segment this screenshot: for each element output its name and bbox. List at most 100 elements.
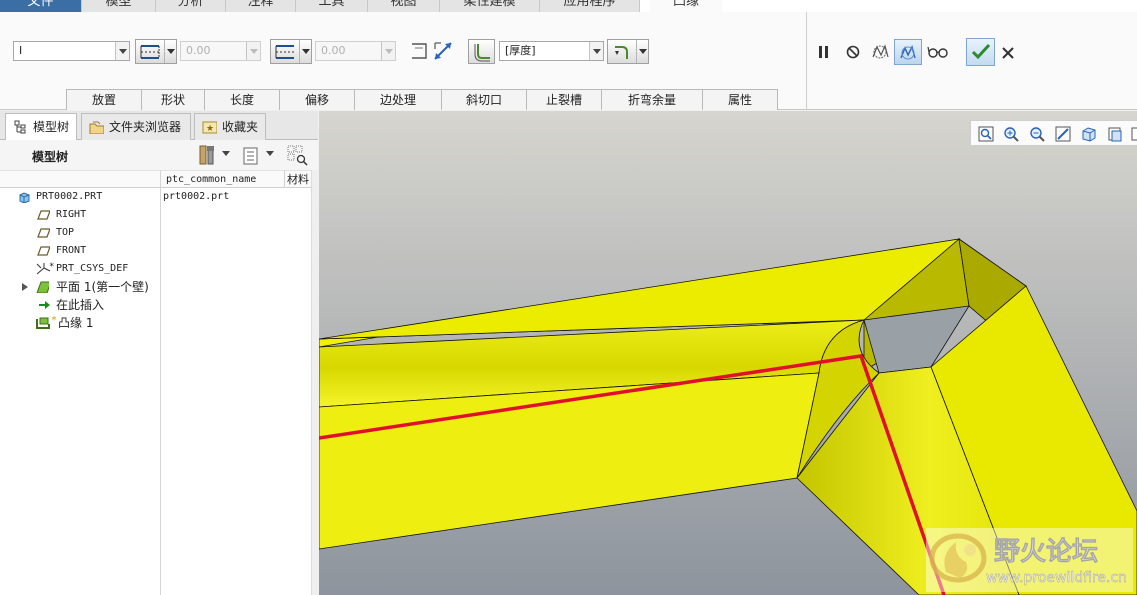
watermark-url: www.proewildfire.cn [986, 570, 1127, 586]
model-tree-header: 模型树 [0, 140, 318, 170]
tab-favorites[interactable]: ★ 收藏夹 [194, 113, 266, 140]
verify-preview-icon [900, 45, 916, 60]
menu-tab-annotate[interactable]: 注释 [226, 0, 296, 12]
datum-plane-icon [37, 246, 50, 256]
length1-type-button[interactable] [135, 39, 177, 64]
menu-tab-label: 视图 [390, 0, 417, 9]
tree-row-part[interactable]: PRT0002.PRT prt0002.prt [0, 188, 318, 206]
show-options-icon[interactable] [242, 146, 260, 166]
thickness-side-button[interactable] [468, 39, 495, 64]
tree-row-label: 凸缘 1 [58, 316, 94, 330]
tree-row-planar-wall[interactable]: 平面 1(第一个壁) [0, 278, 318, 296]
length2-value: 0.00 [321, 44, 346, 57]
tree-row-flange[interactable]: * 凸缘 1 [0, 314, 318, 332]
subtab-bend-allowance[interactable]: 折弯余量 [601, 89, 703, 110]
menu-tab-flange[interactable]: 凸缘 [650, 0, 722, 12]
refit-icon[interactable] [978, 126, 994, 142]
glasses-icon[interactable] [927, 43, 949, 61]
chevron-down-icon[interactable] [636, 40, 648, 63]
feature-preview-icon[interactable] [869, 41, 891, 63]
dashboard-subtabs: 放置 形状 长度 偏移 边处理 斜切口 止裂槽 折弯余量 属性 [66, 89, 778, 110]
menu-tab-view[interactable]: 视图 [368, 0, 440, 12]
menu-tab-applications[interactable]: 应用程序 [540, 0, 640, 12]
flange-dashboard: I 0.00 0.00 [厚度] 放置 形状 长度 偏移 边处理 斜切口 止裂槽… [0, 12, 1137, 110]
tree-row-insert-here[interactable]: 在此插入 [0, 296, 318, 314]
edge-chain-icon[interactable] [408, 40, 430, 62]
menu-tab-label: 柔性建模 [463, 0, 516, 9]
column-header-label: 材料 [287, 173, 309, 186]
tree-row-label: RIGHT [56, 209, 87, 220]
model-tree-icon [14, 120, 26, 134]
zoom-out-icon[interactable] [1029, 126, 1045, 142]
apply-button[interactable] [966, 38, 995, 66]
display-style-icon[interactable] [1107, 126, 1123, 142]
bend-radius-side-button[interactable] [607, 39, 649, 64]
tab-folder-browser[interactable]: 文件夹浏览器 [81, 113, 191, 140]
repaint-icon[interactable] [1055, 126, 1071, 142]
menu-tab-file[interactable]: 文件 [0, 0, 82, 12]
subtab-edge-treatment[interactable]: 边处理 [354, 89, 442, 110]
chevron-down-icon[interactable] [222, 151, 230, 156]
flip-direction-icon[interactable] [432, 40, 454, 62]
datum-plane-icon [37, 210, 50, 220]
model-view [319, 111, 1137, 595]
subtab-length[interactable]: 长度 [204, 89, 280, 110]
expand-arrow-icon[interactable] [22, 283, 28, 291]
subtab-offset[interactable]: 偏移 [279, 89, 355, 110]
tree-row-label: 在此插入 [56, 298, 105, 312]
datum-display-icon[interactable] [1131, 126, 1137, 142]
tree-row-datum-front[interactable]: FRONT [0, 242, 318, 260]
saved-views-icon[interactable] [1081, 126, 1097, 142]
checkmark-icon [971, 43, 991, 60]
length2-value-field[interactable]: 0.00 [315, 41, 396, 61]
length2-type-button[interactable] [270, 39, 312, 64]
csys-mark: * [49, 262, 55, 272]
length-end-icon [140, 45, 160, 59]
no-preview-icon[interactable] [844, 43, 862, 61]
chevron-down-icon[interactable] [266, 151, 274, 156]
subtab-label: 形状 [160, 93, 185, 107]
menu-tab-model[interactable]: 模型 [82, 0, 156, 12]
subtab-label: 属性 [727, 93, 752, 107]
bend-radius-icon [615, 46, 628, 59]
tree-row-datum-top[interactable]: TOP [0, 224, 318, 242]
length1-value-field[interactable]: 0.00 [180, 41, 261, 61]
chevron-down-icon[interactable] [115, 42, 129, 60]
chevron-down-icon[interactable] [299, 40, 311, 63]
tab-label: 文件夹浏览器 [109, 120, 182, 134]
forum-watermark: 野火论坛 www.proewildfire.cn [926, 528, 1133, 592]
tree-row-csys[interactable]: * PRT_CSYS_DEF [0, 260, 318, 278]
flange-shape-combo[interactable]: I [13, 41, 130, 61]
subtab-relief[interactable]: 止裂槽 [526, 89, 602, 110]
menu-tab-label: 应用程序 [563, 0, 616, 9]
zoom-in-icon[interactable] [1003, 126, 1019, 142]
filter-icon[interactable] [286, 144, 308, 166]
tab-model-tree[interactable]: 模型树 [5, 113, 77, 141]
menu-tab-tools[interactable]: 工具 [296, 0, 368, 12]
thickness-combo[interactable]: [厚度] [499, 41, 604, 61]
pause-icon[interactable] [815, 43, 833, 61]
subtab-label: 长度 [229, 93, 254, 107]
chevron-down-icon[interactable] [164, 40, 176, 63]
subtab-shape[interactable]: 形状 [141, 89, 205, 110]
tree-settings-icon[interactable] [198, 144, 218, 166]
subtab-placement[interactable]: 放置 [66, 89, 142, 110]
flange-shape-value: I [19, 44, 23, 57]
view-toolbar [970, 120, 1137, 146]
graphics-window[interactable] [319, 111, 1137, 595]
column-header-material[interactable]: 材料 [284, 170, 311, 188]
chevron-down-icon[interactable] [589, 42, 603, 60]
subtab-properties[interactable]: 属性 [702, 89, 778, 110]
tab-label: 模型树 [33, 120, 70, 134]
close-icon[interactable] [1000, 45, 1016, 61]
dashboard-separator [806, 12, 807, 110]
menu-tab-flexible-modeling[interactable]: 柔性建模 [440, 0, 540, 12]
folder-icon [89, 121, 104, 134]
menu-tab-label: 文件 [27, 0, 54, 9]
subtab-miter-cut[interactable]: 斜切口 [441, 89, 527, 110]
part-icon [19, 192, 30, 203]
tree-row-datum-right[interactable]: RIGHT [0, 206, 318, 224]
verify-preview-button[interactable] [894, 39, 922, 65]
menu-tab-analysis[interactable]: 分析 [156, 0, 226, 12]
column-header-common-name[interactable]: ptc_common_name [161, 170, 284, 188]
